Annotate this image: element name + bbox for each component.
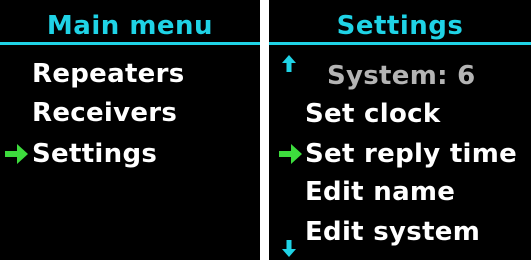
menu-item-settings[interactable]: Settings bbox=[32, 139, 157, 169]
arrow-right-icon bbox=[279, 143, 303, 165]
main-menu-screen: Main menu Repeaters Receivers Settings bbox=[0, 0, 260, 260]
settings-screen: Settings System: 6 Set clock Set reply t… bbox=[269, 0, 531, 260]
main-menu-title: Main menu bbox=[46, 11, 214, 41]
settings-title-divider bbox=[269, 42, 531, 45]
settings-title: Settings bbox=[336, 11, 464, 41]
arrow-down-icon[interactable] bbox=[282, 240, 296, 257]
settings-item-set-reply-time[interactable]: Set reply time bbox=[305, 139, 517, 169]
arrow-up-icon[interactable] bbox=[282, 55, 296, 72]
menu-item-receivers[interactable]: Receivers bbox=[32, 98, 177, 128]
settings-item-system[interactable]: System: 6 bbox=[327, 61, 476, 91]
menu-item-repeaters[interactable]: Repeaters bbox=[32, 59, 185, 89]
settings-item-edit-system[interactable]: Edit system bbox=[305, 217, 480, 247]
settings-item-edit-name[interactable]: Edit name bbox=[305, 177, 455, 207]
main-menu-title-divider bbox=[0, 42, 260, 45]
settings-item-set-clock[interactable]: Set clock bbox=[305, 99, 440, 129]
arrow-right-icon bbox=[5, 143, 29, 165]
